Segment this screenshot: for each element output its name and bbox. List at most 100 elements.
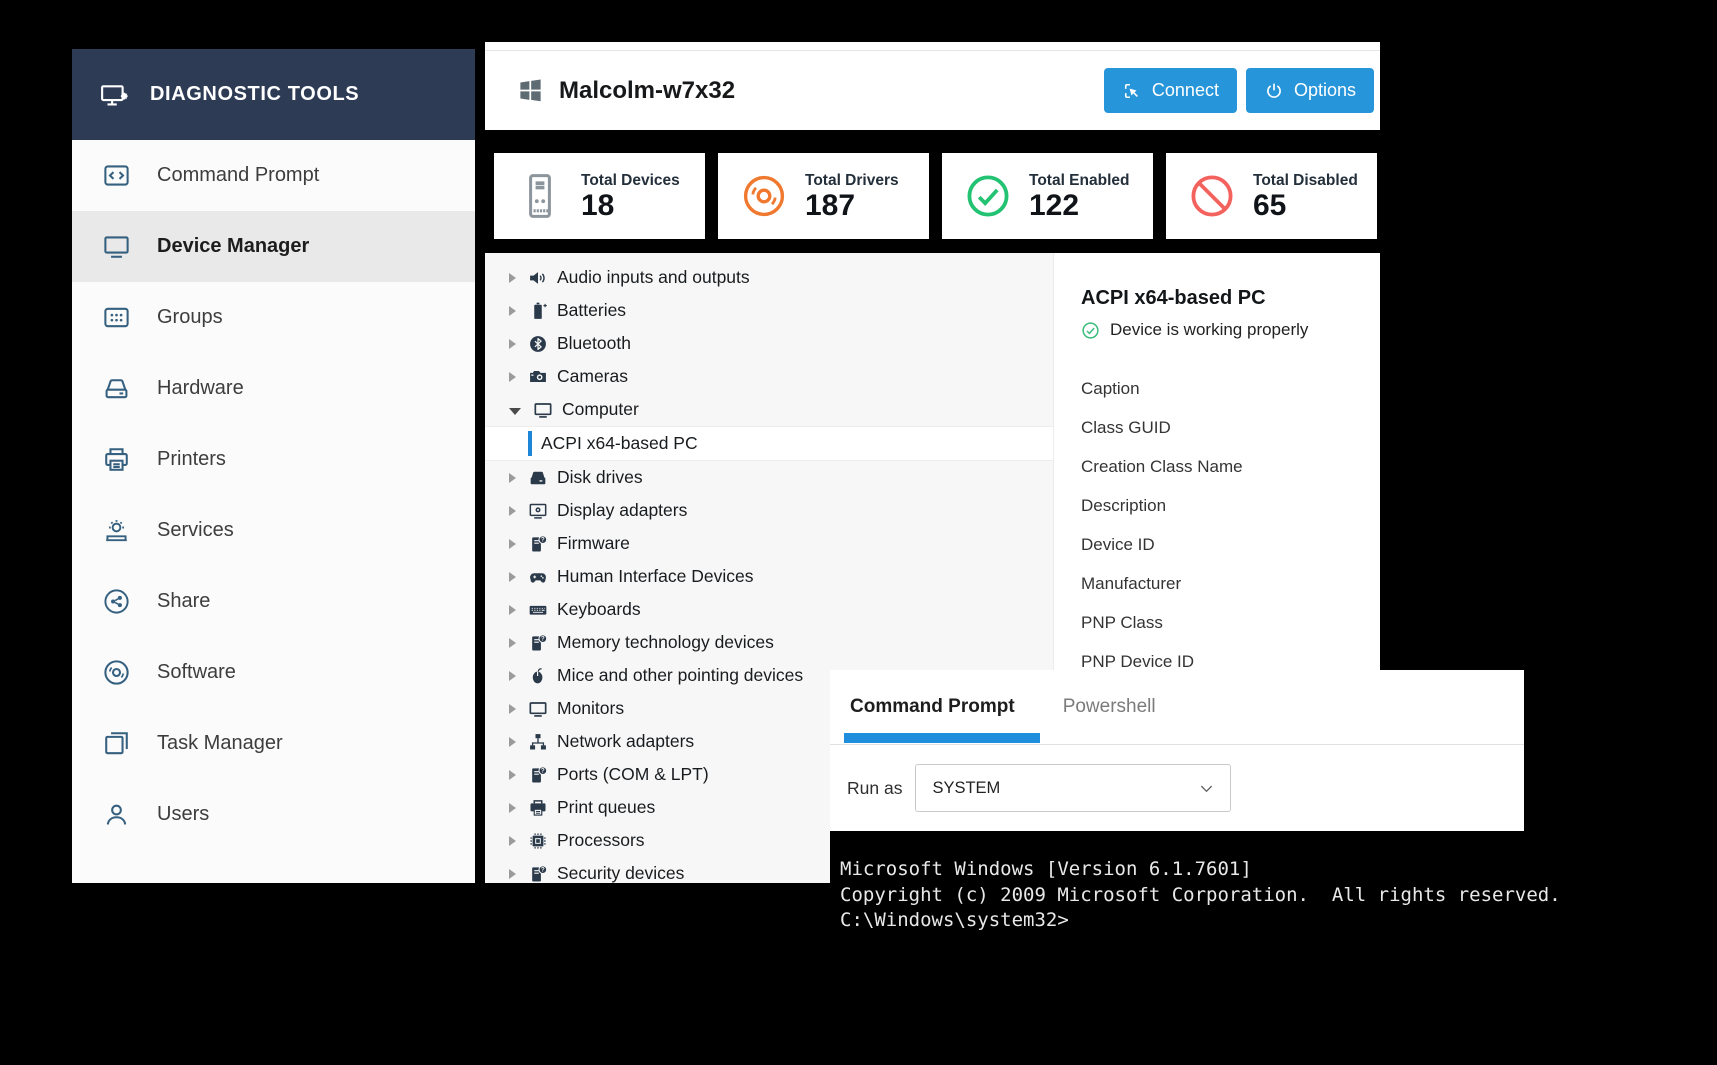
sidebar: DIAGNOSTIC TOOLS Command Prompt Device M…	[72, 49, 475, 883]
device-field-label: Device ID	[1081, 534, 1155, 554]
battery-icon	[528, 301, 548, 321]
security-icon: ?	[528, 864, 548, 884]
stat-card: Total Enabled 122	[942, 153, 1153, 239]
run-as-value: SYSTEM	[932, 778, 1001, 797]
sidebar-item[interactable]: Device Manager	[72, 211, 475, 282]
services-gear-icon	[102, 516, 131, 545]
expand-arrow-icon[interactable]	[509, 835, 516, 846]
machine-name: Malcolm-w7x32	[559, 76, 736, 104]
tree-item-label: Batteries	[557, 300, 627, 320]
sidebar-item[interactable]: Hardware	[72, 353, 475, 424]
tree-item-label: Mice and other pointing devices	[557, 665, 804, 685]
tree-item[interactable]: Display adapters	[485, 494, 1053, 527]
sidebar-item[interactable]: Software	[72, 637, 475, 708]
device-field-label: Description	[1081, 495, 1167, 515]
stat-label: Total Drivers	[805, 171, 899, 189]
console-tab[interactable]: Command Prompt	[844, 696, 1040, 743]
expand-arrow-icon[interactable]	[509, 769, 516, 780]
expand-arrow-icon[interactable]	[509, 703, 516, 714]
code-icon	[102, 161, 131, 190]
stat-value: 18	[581, 188, 615, 222]
expand-arrow-icon[interactable]	[509, 802, 516, 813]
svg-text:?: ?	[541, 536, 545, 543]
terminal-output[interactable]: Microsoft Windows [Version 6.1.7601] Copy…	[830, 831, 1561, 952]
display-adapter-icon	[528, 501, 548, 521]
tree-item-label: Audio inputs and outputs	[557, 267, 750, 287]
run-as-select[interactable]: SYSTEM	[915, 764, 1232, 812]
expand-arrow-icon[interactable]	[509, 604, 516, 615]
expand-arrow-icon[interactable]	[509, 505, 516, 516]
sidebar-item[interactable]: Share	[72, 566, 475, 637]
tree-item[interactable]: Bluetooth	[485, 327, 1053, 360]
tree-item-label: Processors	[557, 830, 645, 850]
expand-arrow-icon[interactable]	[509, 868, 516, 879]
tree-item[interactable]: ACPI x64-based PC	[485, 426, 1053, 461]
options-button[interactable]: Options	[1245, 68, 1374, 113]
console-tabs: Command Prompt Powershell	[830, 670, 1524, 745]
check-circle-icon	[1081, 321, 1100, 340]
console-tab[interactable]: Powershell	[1063, 696, 1156, 718]
firmware-icon: ?	[528, 534, 548, 554]
gamepad-icon	[528, 567, 548, 587]
device-title: ACPI x64-based PC	[1081, 287, 1266, 309]
stat-cards: Total Devices 18 Total Drivers 187 Total…	[494, 153, 1377, 239]
stat-label: Total Devices	[581, 171, 680, 189]
windows-stack-icon	[102, 729, 131, 758]
tree-item-label: ACPI x64-based PC	[541, 433, 698, 453]
sidebar-item-label: Printers	[157, 448, 226, 470]
device-status: Device is working properly	[1081, 320, 1380, 340]
tree-item[interactable]: Human Interface Devices	[485, 560, 1053, 593]
expand-arrow-icon[interactable]	[509, 571, 516, 582]
sidebar-item-label: Share	[157, 590, 211, 612]
expand-arrow-icon[interactable]	[509, 637, 516, 648]
tree-item-label: Computer	[562, 399, 639, 419]
expand-arrow-icon[interactable]	[509, 338, 516, 349]
stat-label: Total Disabled	[1253, 171, 1358, 189]
sidebar-item[interactable]: Groups	[72, 282, 475, 353]
sidebar-item[interactable]: Command Prompt	[72, 140, 475, 211]
stat-label: Total Enabled	[1029, 171, 1130, 189]
expand-arrow-icon[interactable]	[509, 538, 516, 549]
user-icon	[102, 800, 131, 829]
expand-arrow-icon[interactable]	[509, 305, 516, 316]
computer-icon	[533, 400, 553, 420]
speaker-icon	[528, 268, 548, 288]
tree-item-label: Disk drives	[557, 467, 643, 487]
expand-arrow-icon[interactable]	[509, 670, 516, 681]
sidebar-item[interactable]: Task Manager	[72, 708, 475, 779]
sidebar-menu: Command Prompt Device Manager Groups Har…	[72, 140, 475, 850]
print-queue-icon	[528, 798, 548, 818]
sidebar-item-label: Task Manager	[157, 732, 283, 754]
share-icon	[102, 587, 131, 616]
tree-item[interactable]: Batteries	[485, 294, 1053, 327]
sidebar-item-label: Device Manager	[157, 235, 310, 257]
expand-arrow-icon[interactable]	[509, 407, 521, 415]
expand-arrow-icon[interactable]	[509, 736, 516, 747]
device-field-label: Creation Class Name	[1081, 456, 1243, 476]
tree-item[interactable]: Disk drives	[485, 461, 1053, 494]
device-status-text: Device is working properly	[1110, 320, 1309, 339]
tree-item[interactable]: Audio inputs and outputs	[485, 261, 1053, 294]
sidebar-item-label: Hardware	[157, 377, 244, 399]
sidebar-item[interactable]: Printers	[72, 424, 475, 495]
disk-icon	[528, 468, 548, 488]
monitor-icon	[102, 232, 131, 261]
expand-arrow-icon[interactable]	[509, 272, 516, 283]
sidebar-item[interactable]: Users	[72, 779, 475, 850]
tree-item-label: Human Interface Devices	[557, 566, 754, 586]
expand-arrow-icon[interactable]	[509, 371, 516, 382]
expand-arrow-icon[interactable]	[509, 472, 516, 483]
svg-text:?: ?	[541, 866, 545, 873]
stat-value: 122	[1029, 188, 1080, 222]
connect-button[interactable]: Connect	[1103, 68, 1237, 113]
tree-item[interactable]: Keyboards	[485, 593, 1053, 626]
tree-item[interactable]: Computer	[485, 393, 1053, 426]
tree-item-label: Bluetooth	[557, 333, 631, 353]
tree-item-label: Firmware	[557, 533, 630, 553]
tree-item[interactable]: Cameras	[485, 360, 1053, 393]
svg-text:?: ?	[541, 635, 545, 642]
tree-item[interactable]: ? Firmware	[485, 527, 1053, 560]
tree-item[interactable]: ? Memory technology devices	[485, 626, 1053, 659]
stat-card: Total Disabled 65	[1166, 153, 1377, 239]
sidebar-item[interactable]: Services	[72, 495, 475, 566]
